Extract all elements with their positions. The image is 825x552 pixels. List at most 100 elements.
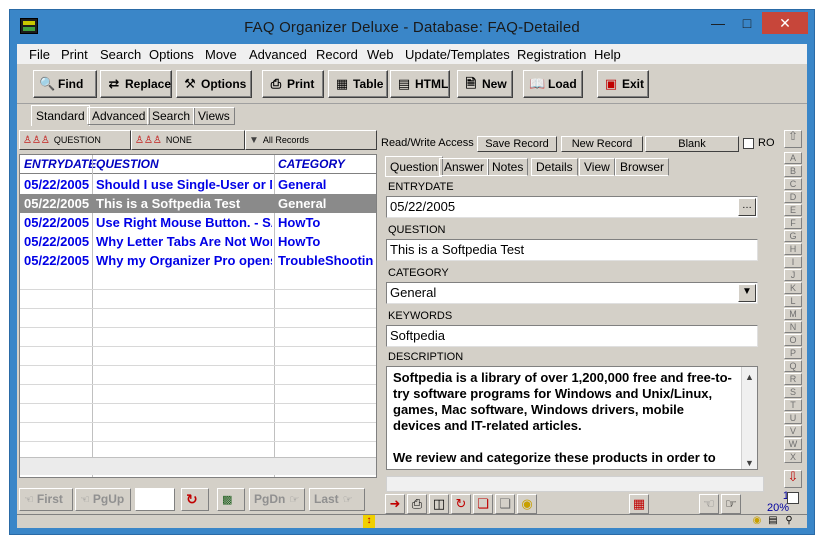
tab-notes[interactable]: Notes [487,158,529,176]
alpha-tab-f[interactable]: F [784,217,802,229]
refresh-button[interactable]: ↻ [181,488,209,511]
first-record-button[interactable]: ☜ First [19,488,73,511]
replace-button[interactable]: ⇄ Replace [100,70,172,98]
question-field[interactable]: This is a Softpedia Test [386,239,758,261]
lightbulb-icon[interactable]: ◉ [517,494,537,514]
new-record-button[interactable]: New Record [561,136,643,152]
tab-view[interactable]: View [579,158,615,176]
alpha-tab-e[interactable]: E [784,204,802,216]
alpha-tab-i[interactable]: I [784,256,802,268]
menu-update-templates[interactable]: Update/Templates [405,47,510,62]
alpha-tab-v[interactable]: V [784,425,802,437]
tab-search[interactable]: Search [147,107,196,125]
column-header-category[interactable]: CATEGORY [278,157,345,171]
table-row[interactable]: 05/22/2005 Use Right Mouse Button. - SA … [20,213,376,232]
scroll-up-icon[interactable]: ▲ [745,369,754,385]
alpha-tab-m[interactable]: M [784,308,802,320]
keywords-field[interactable]: Softpedia [386,325,758,347]
tab-views[interactable]: Views [193,107,235,125]
menu-record[interactable]: Record [316,47,358,62]
load-button[interactable]: 📖 Load [523,70,583,98]
chevron-down-icon[interactable]: ▼ [738,284,756,302]
date-picker-button[interactable]: … [738,198,756,216]
alpha-tab-s[interactable]: S [784,386,802,398]
alpha-tab-p[interactable]: P [784,347,802,359]
minimize-button[interactable]: — [704,12,732,34]
sort-field-2-button[interactable]: ♙♙♙ NONE [131,130,245,150]
menu-file[interactable]: File [29,47,50,62]
records-grid[interactable]: ENTRYDATE QUESTION CATEGORY 05/22/2005 S… [19,154,377,478]
menu-move[interactable]: Move [205,47,237,62]
options-button[interactable]: ⚒ Options [176,70,252,98]
menu-advanced[interactable]: Advanced [249,47,307,62]
copy-record-icon[interactable]: ❏ [473,494,493,514]
resize-handle-icon[interactable]: ↕ [363,515,375,528]
menu-print[interactable]: Print [61,47,88,62]
page-down-button[interactable]: PgDn ☞ [249,488,305,511]
column-header-entrydate[interactable]: ENTRYDATE [24,157,96,171]
paste-record-icon[interactable]: ❏ [495,494,515,514]
alpha-tab-n[interactable]: N [784,321,802,333]
menu-help[interactable]: Help [594,47,621,62]
hand-right-icon[interactable]: ☞ [721,494,741,514]
read-only-checkbox[interactable] [743,138,754,149]
description-textarea[interactable]: Softpedia is a library of over 1,200,000… [386,366,758,470]
html-button[interactable]: ▤ HTML [390,70,450,98]
table-row[interactable]: 05/22/2005 Should I use Single-User or M… [20,175,376,194]
alpha-tab-l[interactable]: L [784,295,802,307]
menu-options[interactable]: Options [149,47,194,62]
alpha-tab-d[interactable]: D [784,191,802,203]
tab-question[interactable]: Question [385,156,444,177]
table-row[interactable]: 05/22/2005 Why Letter Tabs Are Not Wor H… [20,232,376,251]
alpha-tab-w[interactable]: W [784,438,802,450]
alpha-tab-j[interactable]: J [784,269,802,281]
menu-search[interactable]: Search [100,47,141,62]
filter-button[interactable]: ▼ All Records [245,130,377,150]
alpha-tab-b[interactable]: B [784,165,802,177]
page-up-button[interactable]: ☜ PgUp [75,488,131,511]
refresh-icon[interactable]: ↻ [451,494,471,514]
arrow-left-icon[interactable]: ➜ [385,494,405,514]
tab-standard[interactable]: Standard [31,105,90,126]
tab-answer[interactable]: Answer [439,158,490,176]
last-record-button[interactable]: Last ☞ [309,488,365,511]
scroll-down-icon[interactable]: ⇩ [784,470,802,488]
table-row[interactable]: 05/22/2005 Why my Organizer Pro opens Tr… [20,251,376,270]
tab-advanced[interactable]: Advanced [87,107,151,125]
alpha-tab-h[interactable]: H [784,243,802,255]
sort-field-1-button[interactable]: ♙♙♙ QUESTION [19,130,131,150]
scroll-down-icon[interactable]: ▼ [745,455,754,469]
printer-icon[interactable]: ⎙ [407,494,427,514]
alpha-tab-r[interactable]: R [784,373,802,385]
tab-details[interactable]: Details [531,158,578,176]
maximize-button[interactable]: □ [733,12,761,34]
alpha-tab-a[interactable]: A [784,152,802,164]
save-record-button[interactable]: Save Record [477,136,557,152]
alpha-tab-q[interactable]: Q [784,360,802,372]
entrydate-field[interactable]: 05/22/2005 … [386,196,758,218]
alphabet-blocks-button[interactable]: ▩ [217,488,245,511]
grid-horizontal-scrollbar[interactable] [20,457,376,475]
alpha-tab-u[interactable]: U [784,412,802,424]
menu-web[interactable]: Web [367,47,394,62]
scroll-up-icon[interactable]: ⇧ [784,130,802,148]
menu-registration[interactable]: Registration [517,47,586,62]
alpha-tab-g[interactable]: G [784,230,802,242]
tab-browser[interactable]: Browser [615,158,670,176]
hand-left-icon[interactable]: ☜ [699,494,719,514]
new-button[interactable]: 🗎 New [457,70,513,98]
trash-icon[interactable]: ◫ [429,494,449,514]
exit-button[interactable]: ▣ Exit [597,70,649,98]
alpha-checkbox[interactable] [787,492,799,504]
export-icon[interactable]: ▦ [629,494,649,514]
alpha-tab-x[interactable]: X [784,451,802,463]
table-button[interactable]: ▦ Table [328,70,388,98]
alpha-tab-t[interactable]: T [784,399,802,411]
find-button[interactable]: 🔍 Find [33,70,97,98]
category-select[interactable]: General ▼ [386,282,758,304]
title-bar[interactable]: FAQ Organizer Deluxe - Database: FAQ-Det… [10,10,814,44]
table-row-selected[interactable]: 05/22/2005 This is a Softpedia Test Gene… [20,194,376,213]
alpha-tab-c[interactable]: C [784,178,802,190]
column-header-question[interactable]: QUESTION [96,157,159,171]
alpha-tab-k[interactable]: K [784,282,802,294]
